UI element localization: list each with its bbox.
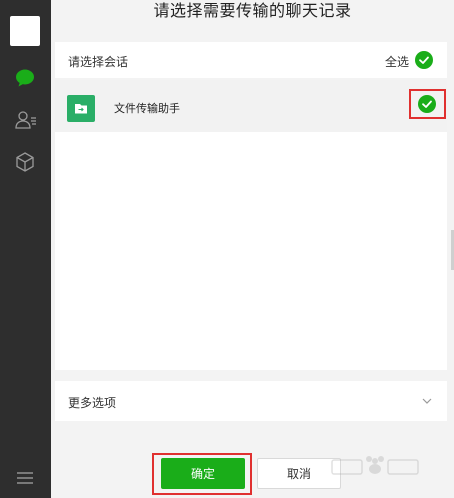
select-all-label[interactable]: 全选: [385, 53, 409, 70]
box-icon[interactable]: [13, 150, 37, 174]
chat-list: 文件传输助手: [55, 80, 447, 370]
select-all-check-icon[interactable]: [415, 51, 433, 69]
menu-icon[interactable]: [13, 466, 37, 490]
cancel-button[interactable]: 取消: [257, 458, 341, 489]
file-transfer-icon: [67, 95, 95, 122]
header-label: 请选择会话: [68, 55, 129, 69]
more-options-row[interactable]: 更多选项: [55, 381, 447, 421]
app-window: 请选择需要传输的聊天记录 请选择会话 全选 文件传输助手 更多选项 确定 取消: [0, 0, 454, 498]
contacts-icon[interactable]: [13, 108, 37, 132]
dialog-title: 请选择需要传输的聊天记录: [153, 1, 352, 20]
chat-select-header: 请选择会话 全选: [55, 42, 447, 78]
watermark-logo: [330, 452, 420, 478]
item-check-icon[interactable]: [418, 95, 436, 113]
chat-icon[interactable]: [13, 66, 37, 90]
chevron-down-icon[interactable]: [421, 395, 433, 407]
main-area: 请选择需要传输的聊天记录 请选择会话 全选 文件传输助手 更多选项 确定 取消: [51, 0, 454, 498]
list-item-label: 文件传输助手: [114, 102, 180, 115]
more-options-label: 更多选项: [68, 396, 117, 410]
sidebar: [0, 0, 51, 498]
confirm-button[interactable]: 确定: [161, 458, 245, 489]
avatar[interactable]: [10, 16, 40, 46]
list-item[interactable]: 文件传输助手: [55, 80, 447, 132]
